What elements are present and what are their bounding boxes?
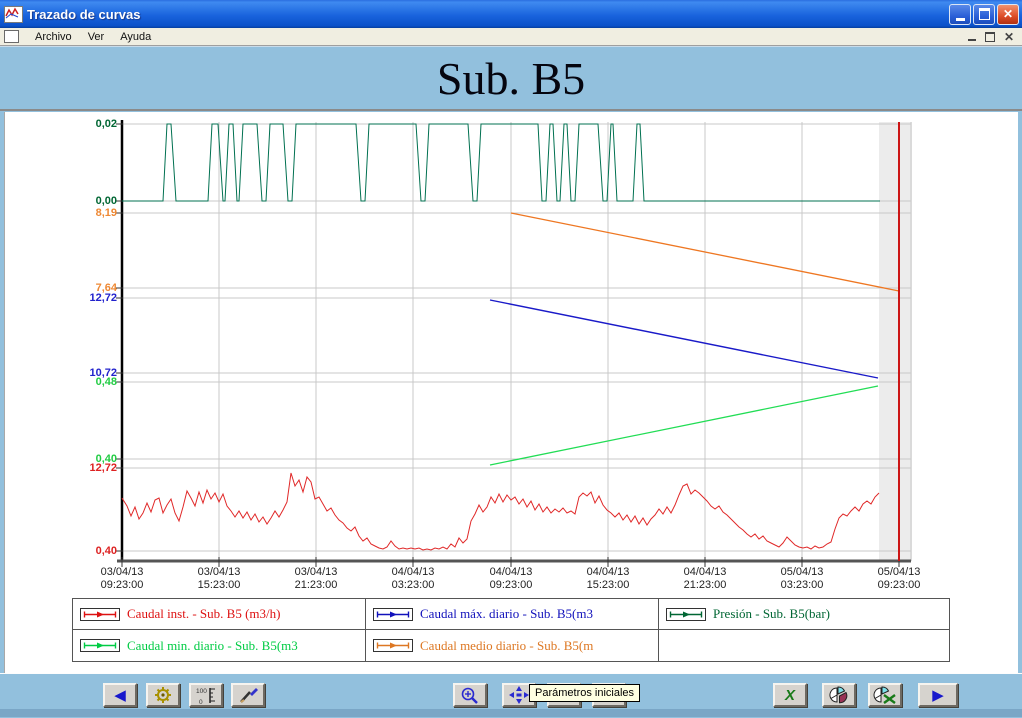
legend-item: Presión - Sub. B5(bar)	[659, 599, 949, 630]
chart-export-button[interactable]	[868, 683, 902, 707]
svg-text:0: 0	[199, 699, 203, 705]
back-button[interactable]: ◀	[103, 683, 137, 707]
title-bar: Trazado de curvas ✕	[0, 0, 1022, 28]
tooltip: Parámetros iniciales	[529, 684, 640, 702]
menu-ver[interactable]: Ver	[80, 30, 113, 44]
x-axis-label: 04/04/1315:23:00	[572, 566, 644, 592]
mdi-close-button[interactable]: ✕	[1004, 32, 1014, 42]
mdi-restore-button[interactable]	[985, 32, 995, 42]
export-excel-button[interactable]: X	[773, 683, 807, 707]
y-axis-label: 0,40	[3, 545, 117, 557]
window-title: Trazado de curvas	[27, 7, 140, 22]
legend-line-icon	[373, 639, 413, 652]
ruler-scale-icon: 100 0	[195, 686, 217, 705]
x-axis-label: 03/04/1315:23:00	[183, 566, 255, 592]
x-axis-label: 04/04/1303:23:00	[377, 566, 449, 592]
x-axis-label: 05/04/1303:23:00	[766, 566, 838, 592]
legend-line-icon	[666, 608, 706, 621]
restore-icon	[979, 8, 990, 20]
menu-archivo[interactable]: Archivo	[27, 30, 80, 44]
edit-cursor-button[interactable]	[231, 683, 265, 707]
y-axis-label: 0,00	[3, 195, 117, 207]
tooltip-text: Parámetros iniciales	[535, 687, 634, 699]
scale-button[interactable]: 100 0	[189, 683, 223, 707]
legend-label: Caudal min. diario - Sub. B5(m3	[127, 638, 298, 654]
arrow-right-icon: ▶	[932, 688, 944, 703]
y-axis-label: 8,19	[3, 207, 117, 219]
x-axis-label: 03/04/1309:23:00	[86, 566, 158, 592]
mdi-minimize-button[interactable]	[968, 39, 976, 41]
legend-label: Presión - Sub. B5(bar)	[713, 606, 830, 622]
legend-line-icon	[80, 608, 120, 621]
report-header: Sub. B5	[0, 46, 1022, 111]
y-axis-label: 0,48	[3, 376, 117, 388]
menu-items: ArchivoVerAyuda	[27, 31, 159, 43]
x-axis-label: 04/04/1309:23:00	[475, 566, 547, 592]
zoom-in-button[interactable]	[453, 683, 487, 707]
document-icon	[4, 30, 19, 43]
minimize-icon	[956, 18, 965, 21]
window-controls: ✕	[949, 4, 1022, 25]
y-axis-label: 0,02	[3, 118, 117, 130]
four-arrows-icon	[508, 685, 530, 705]
app-window: { "window": { "title": "Trazado de curva…	[0, 0, 1022, 717]
legend-line-icon	[373, 608, 413, 621]
legend-label: Caudal máx. diario - Sub. B5(m3	[420, 606, 593, 622]
close-button[interactable]: ✕	[997, 4, 1019, 25]
page-title: Sub. B5	[437, 52, 585, 105]
bottom-edge	[0, 709, 1022, 717]
legend-line-icon	[80, 639, 120, 652]
x-axis-label: 05/04/1309:23:00	[863, 566, 935, 592]
restore-button[interactable]	[973, 4, 995, 25]
pie-excel-icon	[872, 686, 898, 705]
app-icon	[4, 6, 23, 23]
legend-label: Caudal medio diario - Sub. B5(m	[420, 638, 593, 654]
svg-text:100: 100	[196, 688, 207, 695]
forward-button[interactable]: ▶	[918, 683, 958, 707]
y-axis-label: 12,72	[3, 292, 117, 304]
legend-item: Caudal medio diario - Sub. B5(m	[366, 630, 659, 661]
legend-label: Caudal inst. - Sub. B5 (m3/h)	[127, 606, 280, 622]
magnifier-plus-icon	[460, 686, 480, 705]
settings-button[interactable]	[146, 683, 180, 707]
legend-item: Caudal máx. diario - Sub. B5(m3	[366, 599, 659, 630]
pie-chart-icon	[827, 686, 851, 705]
x-axis-label: 04/04/1321:23:00	[669, 566, 741, 592]
excel-icon: X	[785, 687, 795, 704]
legend-item: Caudal inst. - Sub. B5 (m3/h)	[73, 599, 366, 630]
y-axis-label: 12,72	[3, 462, 117, 474]
curves-icon	[5, 7, 20, 20]
minimize-button[interactable]	[949, 4, 971, 25]
hand-pen-icon	[237, 686, 259, 705]
legend-item: Caudal min. diario - Sub. B5(m3	[73, 630, 366, 661]
x-axis-label: 03/04/1321:23:00	[280, 566, 352, 592]
legend-item	[659, 630, 949, 661]
chart-type-button[interactable]	[822, 683, 856, 707]
mdi-window-controls: ✕	[968, 32, 1022, 42]
arrow-left-icon: ◀	[114, 688, 126, 703]
legend-table: Caudal inst. - Sub. B5 (m3/h) Caudal máx.…	[72, 598, 950, 662]
gear-icon	[154, 686, 172, 704]
menu-ayuda[interactable]: Ayuda	[112, 30, 159, 44]
menu-bar: ArchivoVerAyuda ✕	[0, 28, 1022, 46]
